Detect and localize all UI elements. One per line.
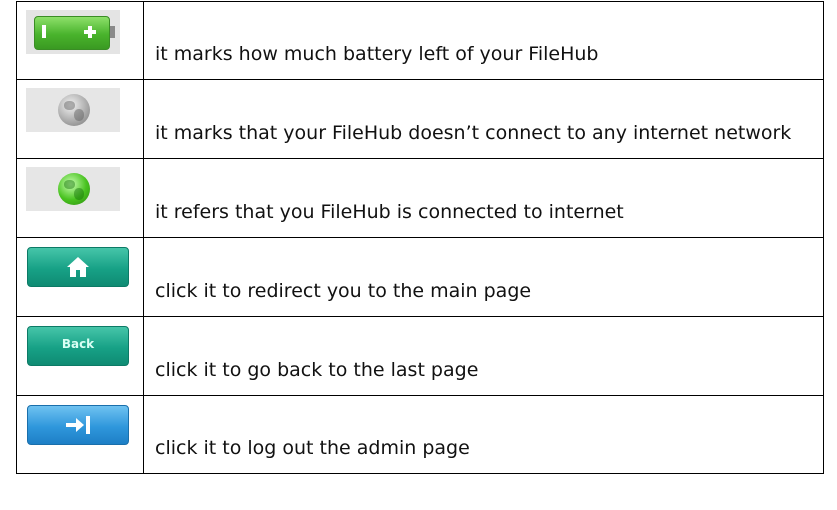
logout-icon bbox=[27, 405, 129, 445]
icon-cell bbox=[16, 395, 144, 474]
icon-cell bbox=[16, 237, 144, 317]
back-label: Back bbox=[61, 337, 95, 351]
globe-offline-icon bbox=[26, 88, 120, 132]
table-row: click it to log out the admin page bbox=[16, 395, 824, 474]
icon-legend-table: it marks how much battery left of your F… bbox=[16, 1, 824, 474]
description-cell: it marks how much battery left of your F… bbox=[143, 1, 824, 80]
description-cell: click it to go back to the last page bbox=[143, 316, 824, 396]
table-row: it marks that your FileHub doesn’t conne… bbox=[16, 79, 824, 159]
table-row: it refers that you FileHub is connected … bbox=[16, 158, 824, 238]
description-cell: click it to redirect you to the main pag… bbox=[143, 237, 824, 317]
battery-icon bbox=[26, 10, 120, 54]
globe-online-icon bbox=[26, 167, 120, 211]
icon-cell bbox=[16, 79, 144, 159]
icon-cell: Back bbox=[16, 316, 144, 396]
description-cell: it marks that your FileHub doesn’t conne… bbox=[143, 79, 824, 159]
table-row: Back click it to go back to the last pag… bbox=[16, 316, 824, 396]
table-row: click it to redirect you to the main pag… bbox=[16, 237, 824, 317]
table-row: it marks how much battery left of your F… bbox=[16, 1, 824, 80]
description-cell: click it to log out the admin page bbox=[143, 395, 824, 474]
home-icon bbox=[27, 247, 129, 287]
icon-cell bbox=[16, 1, 144, 80]
icon-cell bbox=[16, 158, 144, 238]
description-cell: it refers that you FileHub is connected … bbox=[143, 158, 824, 238]
back-button-icon: Back bbox=[27, 326, 129, 366]
